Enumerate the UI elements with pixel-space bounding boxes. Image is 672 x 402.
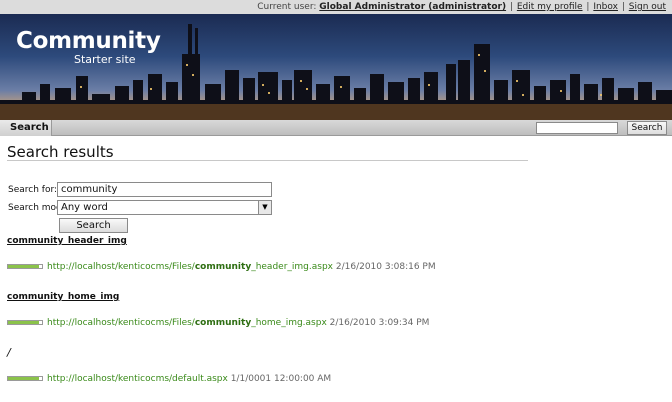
relevance-score-fill [8,265,39,268]
result-url-line: http://localhost/kenticocms/default.aspx… [47,374,331,384]
separator: | [509,2,513,12]
result-url-highlight[interactable]: community [195,318,251,328]
current-user-label: Current user: [257,2,317,12]
chevron-down-icon[interactable]: ▼ [258,201,271,214]
search-for-label: Search for: [8,185,58,195]
result-url-suffix[interactable]: _home_img.aspx [251,318,327,328]
separator: | [621,2,625,12]
sign-out-link[interactable]: Sign out [629,2,666,12]
result-title-link[interactable]: / [7,346,11,359]
relevance-score-bar [7,320,43,325]
result-url-prefix[interactable]: http://localhost/kenticocms/default.aspx [47,374,228,384]
result-url-line: http://localhost/kenticocms/Files/commun… [47,262,436,272]
site-logo-title[interactable]: Community [16,28,161,54]
main-navigation: Search Search [0,120,672,136]
header-search-input[interactable] [536,122,618,134]
top-user-bar: Current user: Global Administrator (admi… [0,0,672,14]
inbox-link[interactable]: Inbox [593,2,618,12]
result-url-prefix[interactable]: http://localhost/kenticocms/Files/ [47,318,195,328]
relevance-score-bar [7,264,43,269]
site-banner: Community Starter site [0,14,672,120]
edit-profile-link[interactable]: Edit my profile [517,2,583,12]
result-url-highlight[interactable]: community [195,262,251,272]
result-title-link[interactable]: community_header_img [7,236,127,246]
result-url-suffix[interactable]: _header_img.aspx [251,262,333,272]
separator: | [586,2,590,12]
search-for-input[interactable]: community [57,182,272,197]
title-divider [7,160,528,161]
search-mode-select[interactable]: Any word ▼ [57,200,272,215]
result-date: 2/16/2010 3:08:16 PM [335,262,436,272]
result-url-line: http://localhost/kenticocms/Files/commun… [47,318,429,328]
header-search-button[interactable]: Search [627,121,667,135]
search-mode-value: Any word [61,202,108,213]
relevance-score-fill [8,321,39,324]
result-url-prefix[interactable]: http://localhost/kenticocms/Files/ [47,262,195,272]
tab-search[interactable]: Search [0,120,52,136]
page-title: Search results [7,143,114,161]
result-date: 1/1/0001 12:00:00 AM [230,374,332,384]
search-button[interactable]: Search [59,218,128,233]
relevance-score-bar [7,376,43,381]
user-info: Current user: Global Administrator (admi… [257,1,666,13]
result-date: 2/16/2010 3:09:34 PM [329,318,430,328]
relevance-score-fill [8,377,39,380]
result-title-link[interactable]: community_home_img [7,292,119,302]
current-user-name[interactable]: Global Administrator (administrator) [319,2,506,12]
site-logo-subtitle: Starter site [74,53,136,66]
